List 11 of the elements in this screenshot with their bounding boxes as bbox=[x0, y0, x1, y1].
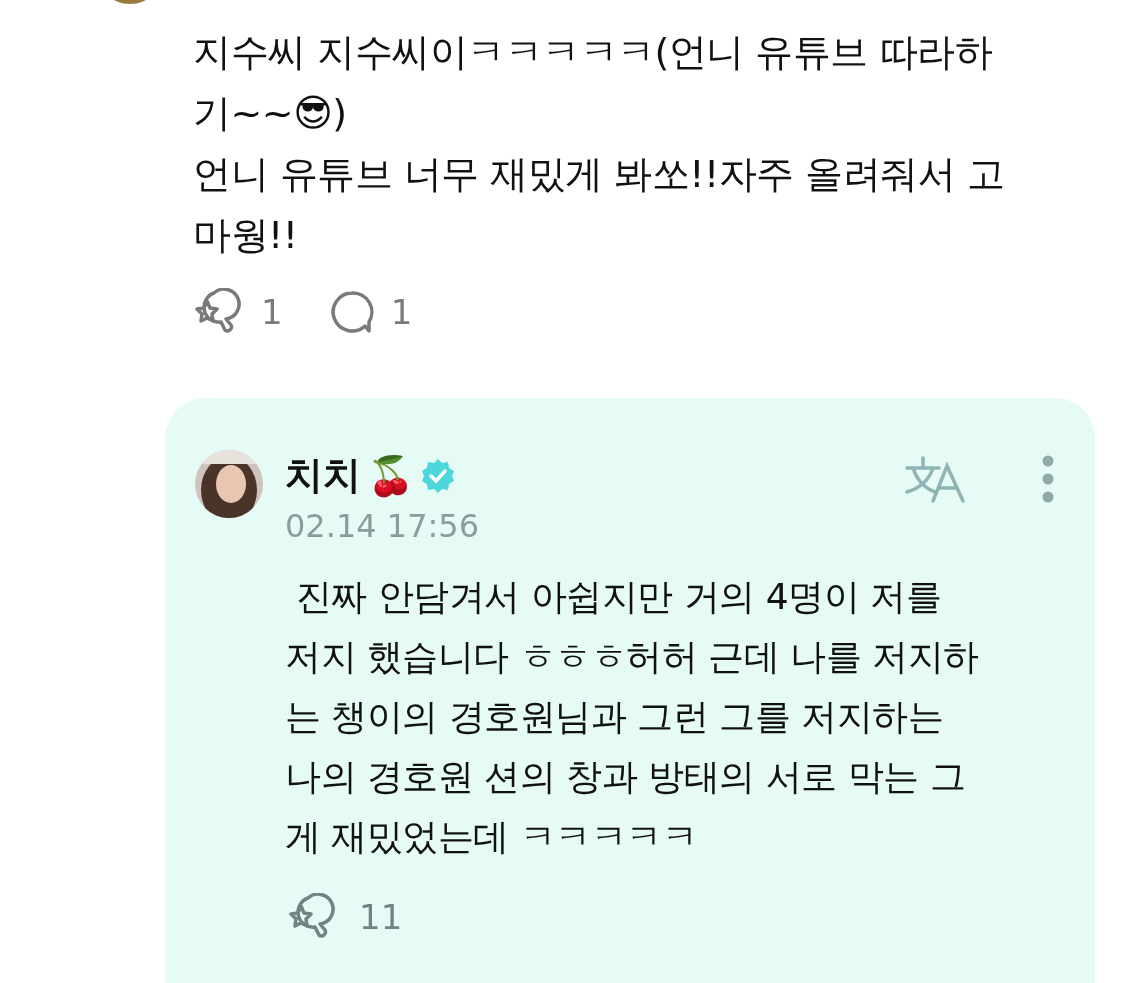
reply-count: 1 bbox=[390, 292, 413, 332]
like-count: 11 bbox=[359, 897, 403, 937]
cherry-emoji: 🍒 bbox=[367, 453, 414, 498]
post-date: 02.14 17:56 bbox=[285, 507, 480, 545]
like-count: 1 bbox=[261, 292, 283, 332]
reply-text: 진짜 안담겨서 아쉽지만 거의 4명이 저를 저지 했습니다 ㅎㅎㅎ허허 근데 나를 저지하 는 챙이의 경호원님과 그런 그를 저지하는 나의 경호원 션의 창과 방태의 서로 막는 그 게 재밌었는데 ㅋㅋㅋㅋㅋ bbox=[285, 575, 980, 859]
translate-icon[interactable] bbox=[905, 454, 967, 504]
comment-icon[interactable] bbox=[328, 289, 375, 335]
comment-text: 지수씨 지수씨이ㅋㅋㅋㅋㅋ(언니 유튜브 따라하 기~~😎) 언니 유튜브 너무 재밌게 봐쏘!!자주 올려줘서 고 마웡!! bbox=[193, 29, 1006, 259]
more-icon[interactable] bbox=[1041, 454, 1055, 504]
user-name: 치치 bbox=[285, 452, 361, 499]
